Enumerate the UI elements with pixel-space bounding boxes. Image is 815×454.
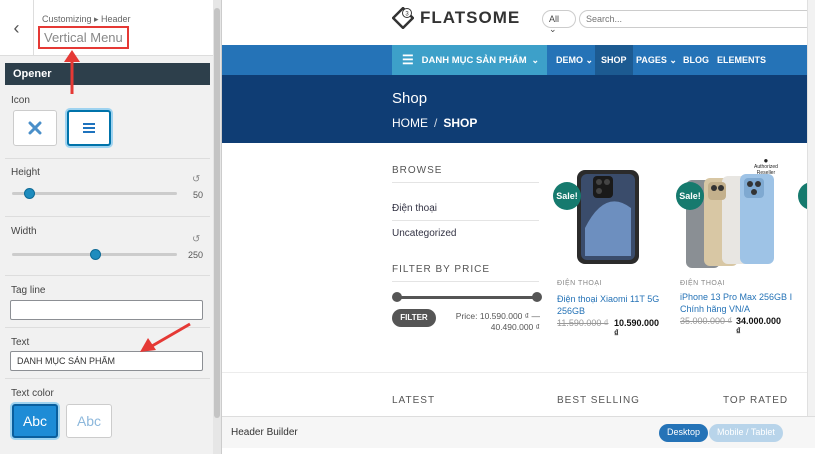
divider (222, 372, 815, 373)
logo-text: FLATSOME (420, 8, 521, 27)
page-title-band (222, 75, 815, 143)
annotation-arrow-down-left-icon (140, 322, 191, 352)
category-link[interactable]: Điện thoại (392, 203, 437, 214)
search-input[interactable] (579, 10, 815, 28)
height-slider[interactable] (12, 192, 177, 195)
crumb-home[interactable]: HOME (392, 116, 428, 130)
search-category-select[interactable]: All ⌄ (542, 10, 576, 34)
divider (5, 158, 210, 159)
vertical-menu-label: DANH MỤC SẢN PHẨM (421, 54, 527, 66)
height-slider-handle[interactable] (23, 188, 35, 199)
height-value: 50 (192, 190, 203, 200)
site-logo[interactable]: 3 FLATSOME (392, 7, 520, 29)
divider (5, 216, 210, 217)
sale-badge: Sale! (676, 182, 704, 210)
product-image-xiaomi (577, 170, 639, 264)
product-old-price: 11.590.000 ₫ (557, 318, 609, 328)
text-color-label: Text color (11, 388, 54, 399)
sale-badge: Sale! (553, 182, 581, 210)
back-button[interactable]: ‹ (0, 0, 34, 56)
divider (392, 281, 539, 282)
site-preview: 3 FLATSOME All ⌄ ☰ DANH MỤC SẢN PHẨM ⌄ D… (222, 0, 815, 454)
divider (5, 378, 210, 379)
width-slider-handle[interactable] (89, 249, 101, 260)
crumb-separator: / (434, 116, 438, 130)
icon-option-close[interactable] (13, 110, 57, 146)
header-builder-bar: Header Builder Desktop Mobile / Tablet (222, 416, 815, 448)
text-label: Text (11, 337, 30, 348)
text-color-light-option[interactable]: Abc (66, 404, 112, 438)
filter-button[interactable]: FILTER (392, 309, 436, 327)
shop-breadcrumb: HOME / SHOP (392, 116, 477, 130)
reset-icon[interactable]: ↺ (192, 174, 200, 185)
close-icon (28, 121, 42, 135)
product-name[interactable]: Điện thoại Xiaomi 11T 5G 256GB (557, 293, 659, 317)
scrollbar-thumb[interactable] (214, 8, 220, 418)
product-name[interactable]: iPhone 13 Pro Max 256GB I Chính hãng VN/A (680, 291, 792, 315)
divider (392, 220, 539, 221)
crumb-current: SHOP (443, 116, 478, 130)
authorized-reseller-badge: ● Authorized Reseller (754, 156, 778, 177)
product-old-price: 35.000.000 ₫ (680, 316, 733, 326)
latest-heading: LATEST (392, 395, 436, 406)
price-range-text: Price: 10.590.000 ₫ —40.490.000 ₫ (455, 311, 540, 332)
flatsome-logo-icon: 3 (392, 7, 414, 29)
nav-blog[interactable]: BLOG (677, 45, 715, 75)
divider (5, 275, 210, 276)
hamburger-icon: ☰ (402, 52, 414, 67)
browse-heading: BROWSE (392, 165, 443, 176)
breadcrumb: Customizing ▸ Header (42, 14, 131, 24)
reset-icon[interactable]: ↺ (192, 234, 200, 245)
product-new-price: 10.590.000 ₫ (614, 318, 660, 338)
section-title: Vertical Menu (38, 26, 129, 49)
text-color-dark-option[interactable]: Abc (12, 404, 58, 438)
height-label: Height (11, 167, 40, 178)
chevron-down-icon: ⌄ (531, 54, 539, 65)
chevron-down-icon: ⌄ (549, 24, 557, 34)
vertical-menu-opener[interactable]: ☰ DANH MỤC SẢN PHẨM ⌄ (392, 45, 547, 75)
chevron-left-icon: ‹ (13, 17, 20, 38)
nav-demo[interactable]: DEMO ⌄ (550, 45, 599, 75)
page-title: Shop (392, 90, 428, 107)
tagline-input[interactable] (10, 300, 203, 320)
filter-heading: FILTER BY PRICE (392, 264, 490, 275)
opener-heading: Opener (5, 63, 210, 85)
price-max-handle[interactable] (532, 292, 542, 302)
width-label: Width (11, 226, 37, 237)
price-min-handle[interactable] (392, 292, 402, 302)
customizer-header: ‹ Customizing ▸ Header Vertical Menu (0, 0, 213, 56)
icon-label: Icon (11, 95, 30, 106)
category-link[interactable]: Uncategorized (392, 228, 456, 239)
top-rated-heading: TOP RATED (723, 395, 789, 406)
annotation-arrow-up-icon (64, 50, 80, 94)
customizer-scrollbar[interactable] (213, 0, 221, 454)
nav-pages[interactable]: PAGES ⌄ (630, 45, 683, 75)
hamburger-icon (83, 123, 95, 133)
product-category: ĐIỆN THOẠI (680, 280, 725, 287)
product-category: ĐIỆN THOẠI (557, 280, 602, 287)
tagline-label: Tag line (11, 285, 46, 296)
icon-option-menu[interactable] (67, 110, 111, 146)
nav-shop[interactable]: SHOP (595, 45, 633, 75)
price-range-slider[interactable] (396, 296, 536, 299)
product-new-price: 34.000.000 ₫ (736, 316, 782, 336)
nav-elements[interactable]: ELEMENTS (711, 45, 772, 75)
divider (392, 182, 539, 183)
customizer-panel: ‹ Customizing ▸ Header Vertical Menu Ope… (0, 0, 222, 454)
desktop-view-button[interactable]: Desktop (659, 424, 709, 442)
header-builder-label[interactable]: Header Builder (231, 427, 298, 438)
best-selling-heading: BEST SELLING (557, 395, 640, 406)
preview-scrollbar[interactable] (807, 0, 815, 416)
width-value: 250 (187, 250, 203, 260)
mobile-view-button[interactable]: Mobile / Tablet (709, 424, 783, 442)
